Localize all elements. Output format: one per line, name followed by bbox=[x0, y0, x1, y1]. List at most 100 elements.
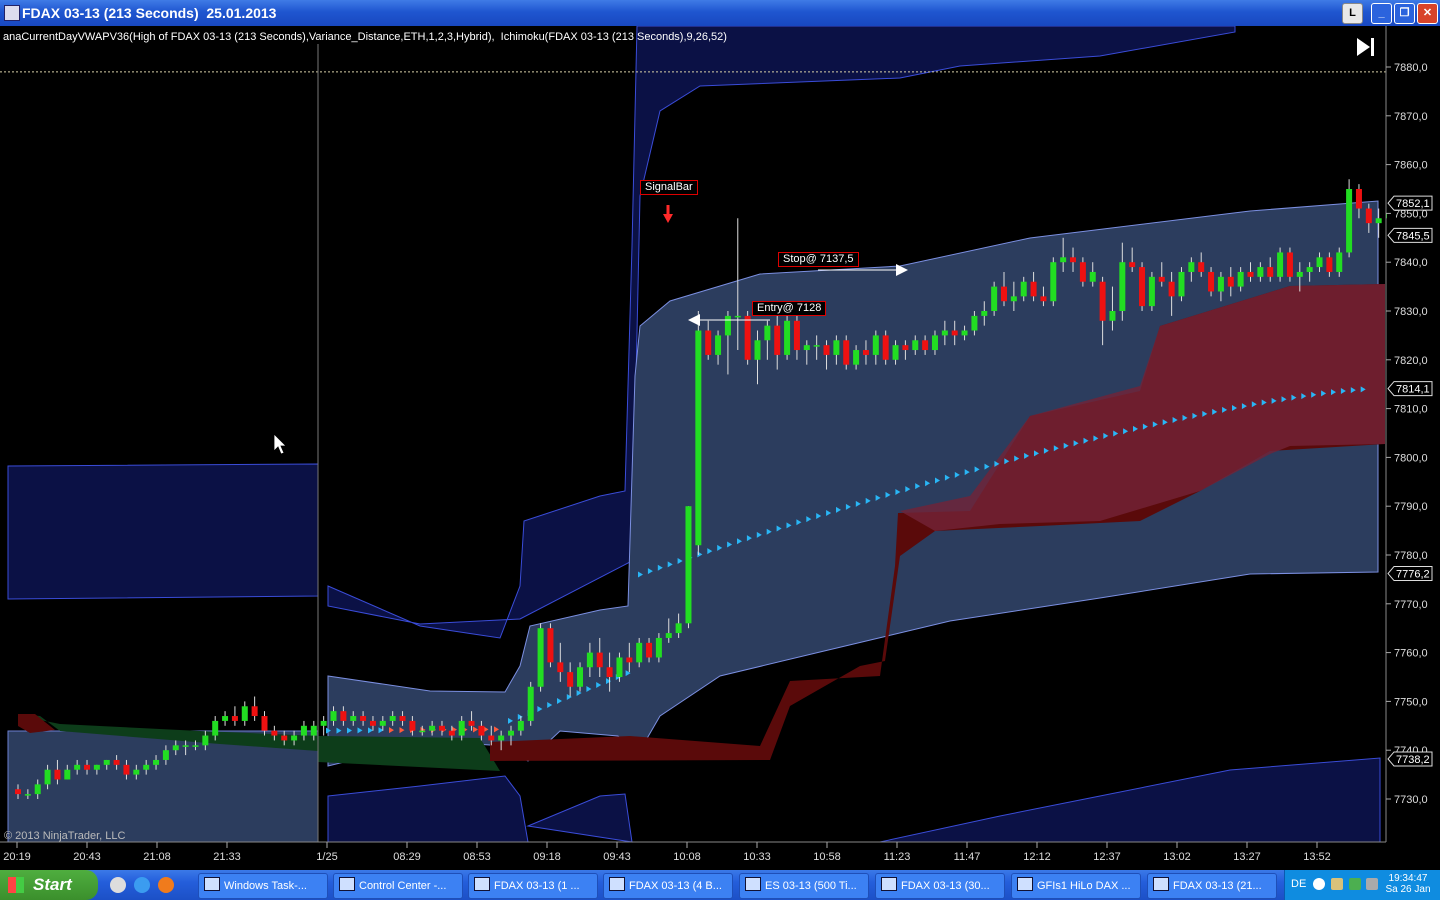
time-tick-label: 09:18 bbox=[533, 851, 561, 863]
candle-body bbox=[577, 667, 584, 687]
network-tray-icon[interactable] bbox=[1366, 878, 1378, 890]
candle-body bbox=[310, 725, 317, 736]
candle-body bbox=[261, 716, 268, 731]
candle-body bbox=[281, 735, 288, 741]
clock-date: Sa 26 Jan bbox=[1385, 884, 1431, 895]
time-tick-label: 12:37 bbox=[1093, 851, 1121, 863]
taskbar-button[interactable]: Control Center -... bbox=[333, 873, 463, 899]
time-tick-label: 20:19 bbox=[3, 851, 31, 863]
kumo-bear-left bbox=[18, 714, 55, 733]
price-tick-label: 7800,0 bbox=[1394, 452, 1428, 464]
candle-body bbox=[379, 720, 386, 726]
candle-body bbox=[655, 637, 662, 658]
candle-body bbox=[803, 345, 810, 351]
candle-body bbox=[567, 672, 574, 687]
candle-body bbox=[1355, 189, 1362, 209]
taskbar-button-label: FDAX 03-13 (4 B... bbox=[629, 880, 722, 892]
candle-body bbox=[271, 730, 278, 736]
start-button[interactable]: Start bbox=[0, 870, 98, 900]
maximize-button[interactable]: ❐ bbox=[1394, 3, 1415, 24]
taskbar-button[interactable]: FDAX 03-13 (4 B... bbox=[603, 873, 733, 899]
candle-body bbox=[162, 750, 169, 760]
candle-body bbox=[646, 642, 653, 658]
chart-area[interactable]: 7880,0 7870,0 7860,0 7850,0 7840,0 7830,0 7820… bbox=[0, 26, 1440, 870]
candle-body bbox=[734, 315, 741, 318]
candle-body bbox=[774, 325, 781, 355]
window-icon bbox=[745, 877, 761, 891]
candle-body bbox=[1168, 281, 1175, 297]
candle-body bbox=[1060, 257, 1067, 263]
firefox-icon[interactable] bbox=[158, 877, 174, 893]
taskbar-button[interactable]: GFIs1 HiLo DAX ... bbox=[1011, 873, 1141, 899]
system-tray: DE 19:34:47 Sa 26 Jan bbox=[1284, 870, 1440, 900]
candle-body bbox=[330, 711, 337, 721]
candle-body bbox=[862, 350, 869, 355]
price-tick-label: 7870,0 bbox=[1394, 111, 1428, 123]
desktop-icon[interactable] bbox=[110, 877, 126, 893]
candle-body bbox=[123, 764, 130, 775]
language-indicator[interactable]: DE bbox=[1291, 878, 1306, 890]
time-tick-label: 09:43 bbox=[603, 851, 631, 863]
app-tray-icon[interactable] bbox=[1349, 878, 1361, 890]
window-titlebar[interactable]: FDAX 03-13 (213 Seconds) 25.01.2013 L _ … bbox=[0, 0, 1440, 26]
help-tray-icon[interactable] bbox=[1313, 878, 1325, 890]
window-icon bbox=[609, 877, 625, 891]
price-chart[interactable]: 7880,07870,07860,07850,07840,07830,07820… bbox=[0, 26, 1440, 870]
lower-outer-band-b bbox=[526, 793, 633, 843]
candle-body bbox=[24, 794, 31, 796]
candle-body bbox=[991, 286, 998, 311]
candle-body bbox=[537, 628, 544, 687]
candle-body bbox=[517, 720, 524, 731]
price-marker-label: 7776,2 bbox=[1396, 569, 1430, 581]
candle-body bbox=[1267, 267, 1274, 277]
candle-body bbox=[54, 769, 61, 780]
candle-body bbox=[1237, 271, 1244, 287]
candle-body bbox=[1217, 276, 1224, 292]
clock[interactable]: 19:34:47 Sa 26 Jan bbox=[1383, 873, 1433, 895]
candle-body bbox=[971, 315, 978, 331]
candle-body bbox=[360, 716, 367, 721]
time-tick-label: 13:52 bbox=[1303, 851, 1331, 863]
candle-body bbox=[340, 711, 347, 721]
candle-body bbox=[813, 345, 820, 347]
lower-outer-band-c bbox=[879, 757, 1381, 843]
window-icon bbox=[474, 877, 490, 891]
taskbar-button[interactable]: ES 03-13 (500 Ti... bbox=[739, 873, 869, 899]
hand-tray-icon[interactable] bbox=[1331, 878, 1343, 890]
candle-body bbox=[1158, 276, 1165, 282]
signalbar-label: SignalBar bbox=[640, 180, 698, 195]
candle-body bbox=[1129, 262, 1136, 268]
candle-body bbox=[192, 745, 199, 747]
candle-body bbox=[1296, 271, 1303, 277]
price-marker-label: 7845,5 bbox=[1396, 230, 1430, 242]
price-tick-label: 7810,0 bbox=[1394, 404, 1428, 416]
taskbar-button[interactable]: Windows Task-... bbox=[198, 873, 328, 899]
taskbar-button-label: FDAX 03-13 (21... bbox=[1173, 880, 1262, 892]
time-tick-label: 10:58 bbox=[813, 851, 841, 863]
candle-body bbox=[508, 730, 514, 736]
candle-body bbox=[409, 720, 416, 731]
taskbar-button[interactable]: FDAX 03-13 (1 ... bbox=[468, 873, 598, 899]
taskbar-button[interactable]: FDAX 03-13 (21... bbox=[1147, 873, 1277, 899]
window-title: FDAX 03-13 (213 Seconds) 25.01.2013 bbox=[22, 5, 277, 21]
candle-body bbox=[1286, 252, 1293, 277]
ie-icon[interactable] bbox=[134, 877, 150, 893]
candle-body bbox=[951, 330, 958, 336]
candle-body bbox=[1099, 281, 1106, 321]
link-button[interactable]: L bbox=[1342, 3, 1363, 24]
minimize-button[interactable]: _ bbox=[1371, 3, 1392, 24]
candle-body bbox=[182, 745, 189, 747]
candle-body bbox=[399, 716, 406, 721]
candle-body bbox=[685, 506, 692, 624]
taskbar-button[interactable]: FDAX 03-13 (30... bbox=[875, 873, 1005, 899]
candle-body bbox=[823, 345, 830, 355]
time-tick-label: 08:53 bbox=[463, 851, 491, 863]
candle-body bbox=[912, 340, 919, 351]
window-icon bbox=[881, 877, 897, 891]
lower-outer-band-a bbox=[327, 775, 529, 843]
time-tick-label: 11:47 bbox=[954, 851, 981, 863]
window-icon bbox=[1153, 877, 1169, 891]
taskbar-button-label: Windows Task-... bbox=[224, 880, 307, 892]
close-button[interactable]: ✕ bbox=[1417, 3, 1438, 24]
taskbar-button-label: FDAX 03-13 (30... bbox=[901, 880, 990, 892]
